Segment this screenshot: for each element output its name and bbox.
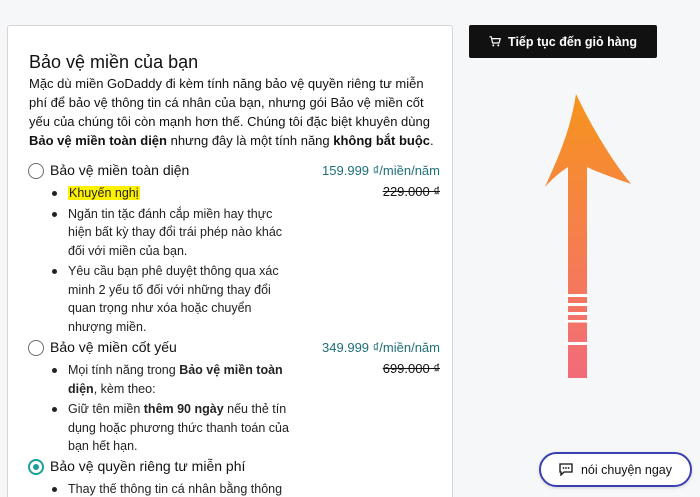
option-full-protection[interactable]: Bảo vệ miền toàn diện 159.999 ₫/miền/năm… — [28, 162, 440, 334]
continue-to-cart-button[interactable]: Tiếp tục đến giỏ hàng — [469, 25, 657, 58]
radio-full-protection[interactable] — [28, 163, 44, 179]
option-old-price: 699.000 ₫ — [382, 361, 440, 376]
option-bullets: Khuyến nghị Ngăn tin tặc đánh cắp miền h… — [50, 184, 290, 338]
card-title: Bảo vệ miền của bạn — [29, 52, 199, 72]
bullet-item: Yêu cầu bạn phê duyệt thông qua xác minh… — [50, 262, 290, 336]
bullet-text: , kèm theo: — [93, 381, 156, 396]
radio-free-privacy[interactable] — [28, 459, 44, 475]
bullet-badge: Khuyến nghị — [50, 184, 290, 203]
bullet-item: Giữ tên miền thêm 90 ngày nếu thẻ tín dụ… — [50, 400, 290, 456]
bullet-item: Ngăn tin tặc đánh cắp miền hay thực hiện… — [50, 205, 290, 261]
intro-text: Mặc dù miền GoDaddy đi kèm tính năng bảo… — [29, 74, 444, 150]
option-name: Bảo vệ miền toàn diện — [50, 162, 190, 178]
page: Bảo vệ miền của bạn Mặc dù miền GoDaddy … — [0, 0, 700, 497]
chat-button-label: nói chuyện ngay — [580, 462, 673, 477]
bullet-text: Giữ tên miền — [68, 402, 144, 416]
option-price: 159.999 ₫/miền/năm — [322, 163, 440, 178]
cart-icon — [489, 36, 502, 47]
chat-icon — [559, 463, 573, 476]
option-essential-protection[interactable]: Bảo vệ miền cốt yếu 349.999 ₫/miền/năm 6… — [28, 339, 440, 453]
option-old-price: 229.000 ₫ — [382, 184, 440, 199]
chat-now-button[interactable]: nói chuyện ngay — [539, 452, 692, 487]
domain-protection-card: Bảo vệ miền của bạn Mặc dù miền GoDaddy … — [7, 25, 453, 497]
bullet-item: Mọi tính năng trong Bảo vệ miền toàn diệ… — [50, 361, 290, 398]
option-price: 349.999 ₫/miền/năm — [322, 340, 440, 355]
cart-button-label: Tiếp tục đến giỏ hàng — [508, 34, 637, 49]
intro-part-3: . — [430, 133, 434, 148]
option-bullets: Mọi tính năng trong Bảo vệ miền toàn diệ… — [50, 361, 290, 458]
intro-part-2: nhưng đây là một tính năng — [166, 133, 334, 148]
option-bullets: Thay thế thông tin cá nhân bằng thông — [50, 480, 310, 497]
bullet-item: Thay thế thông tin cá nhân bằng thông — [50, 480, 310, 497]
option-free-privacy[interactable]: Bảo vệ quyền riêng tư miễn phí Thay thế … — [28, 458, 440, 497]
intro-part-1: Mặc dù miền GoDaddy đi kèm tính năng bảo… — [29, 76, 430, 129]
radio-essential-protection[interactable] — [28, 340, 44, 356]
option-name: Bảo vệ miền cốt yếu — [50, 339, 177, 355]
intro-bold-2: không bắt buộc — [333, 133, 431, 148]
bullet-text: Mọi tính năng trong — [68, 363, 180, 377]
intro-bold-1: Bảo vệ miền toàn diện — [29, 133, 167, 148]
bullet-bold: thêm 90 ngày — [143, 402, 224, 416]
up-arrow-annotation — [545, 94, 631, 378]
recommended-badge: Khuyến nghị — [68, 186, 140, 200]
option-name: Bảo vệ quyền riêng tư miễn phí — [50, 458, 246, 474]
